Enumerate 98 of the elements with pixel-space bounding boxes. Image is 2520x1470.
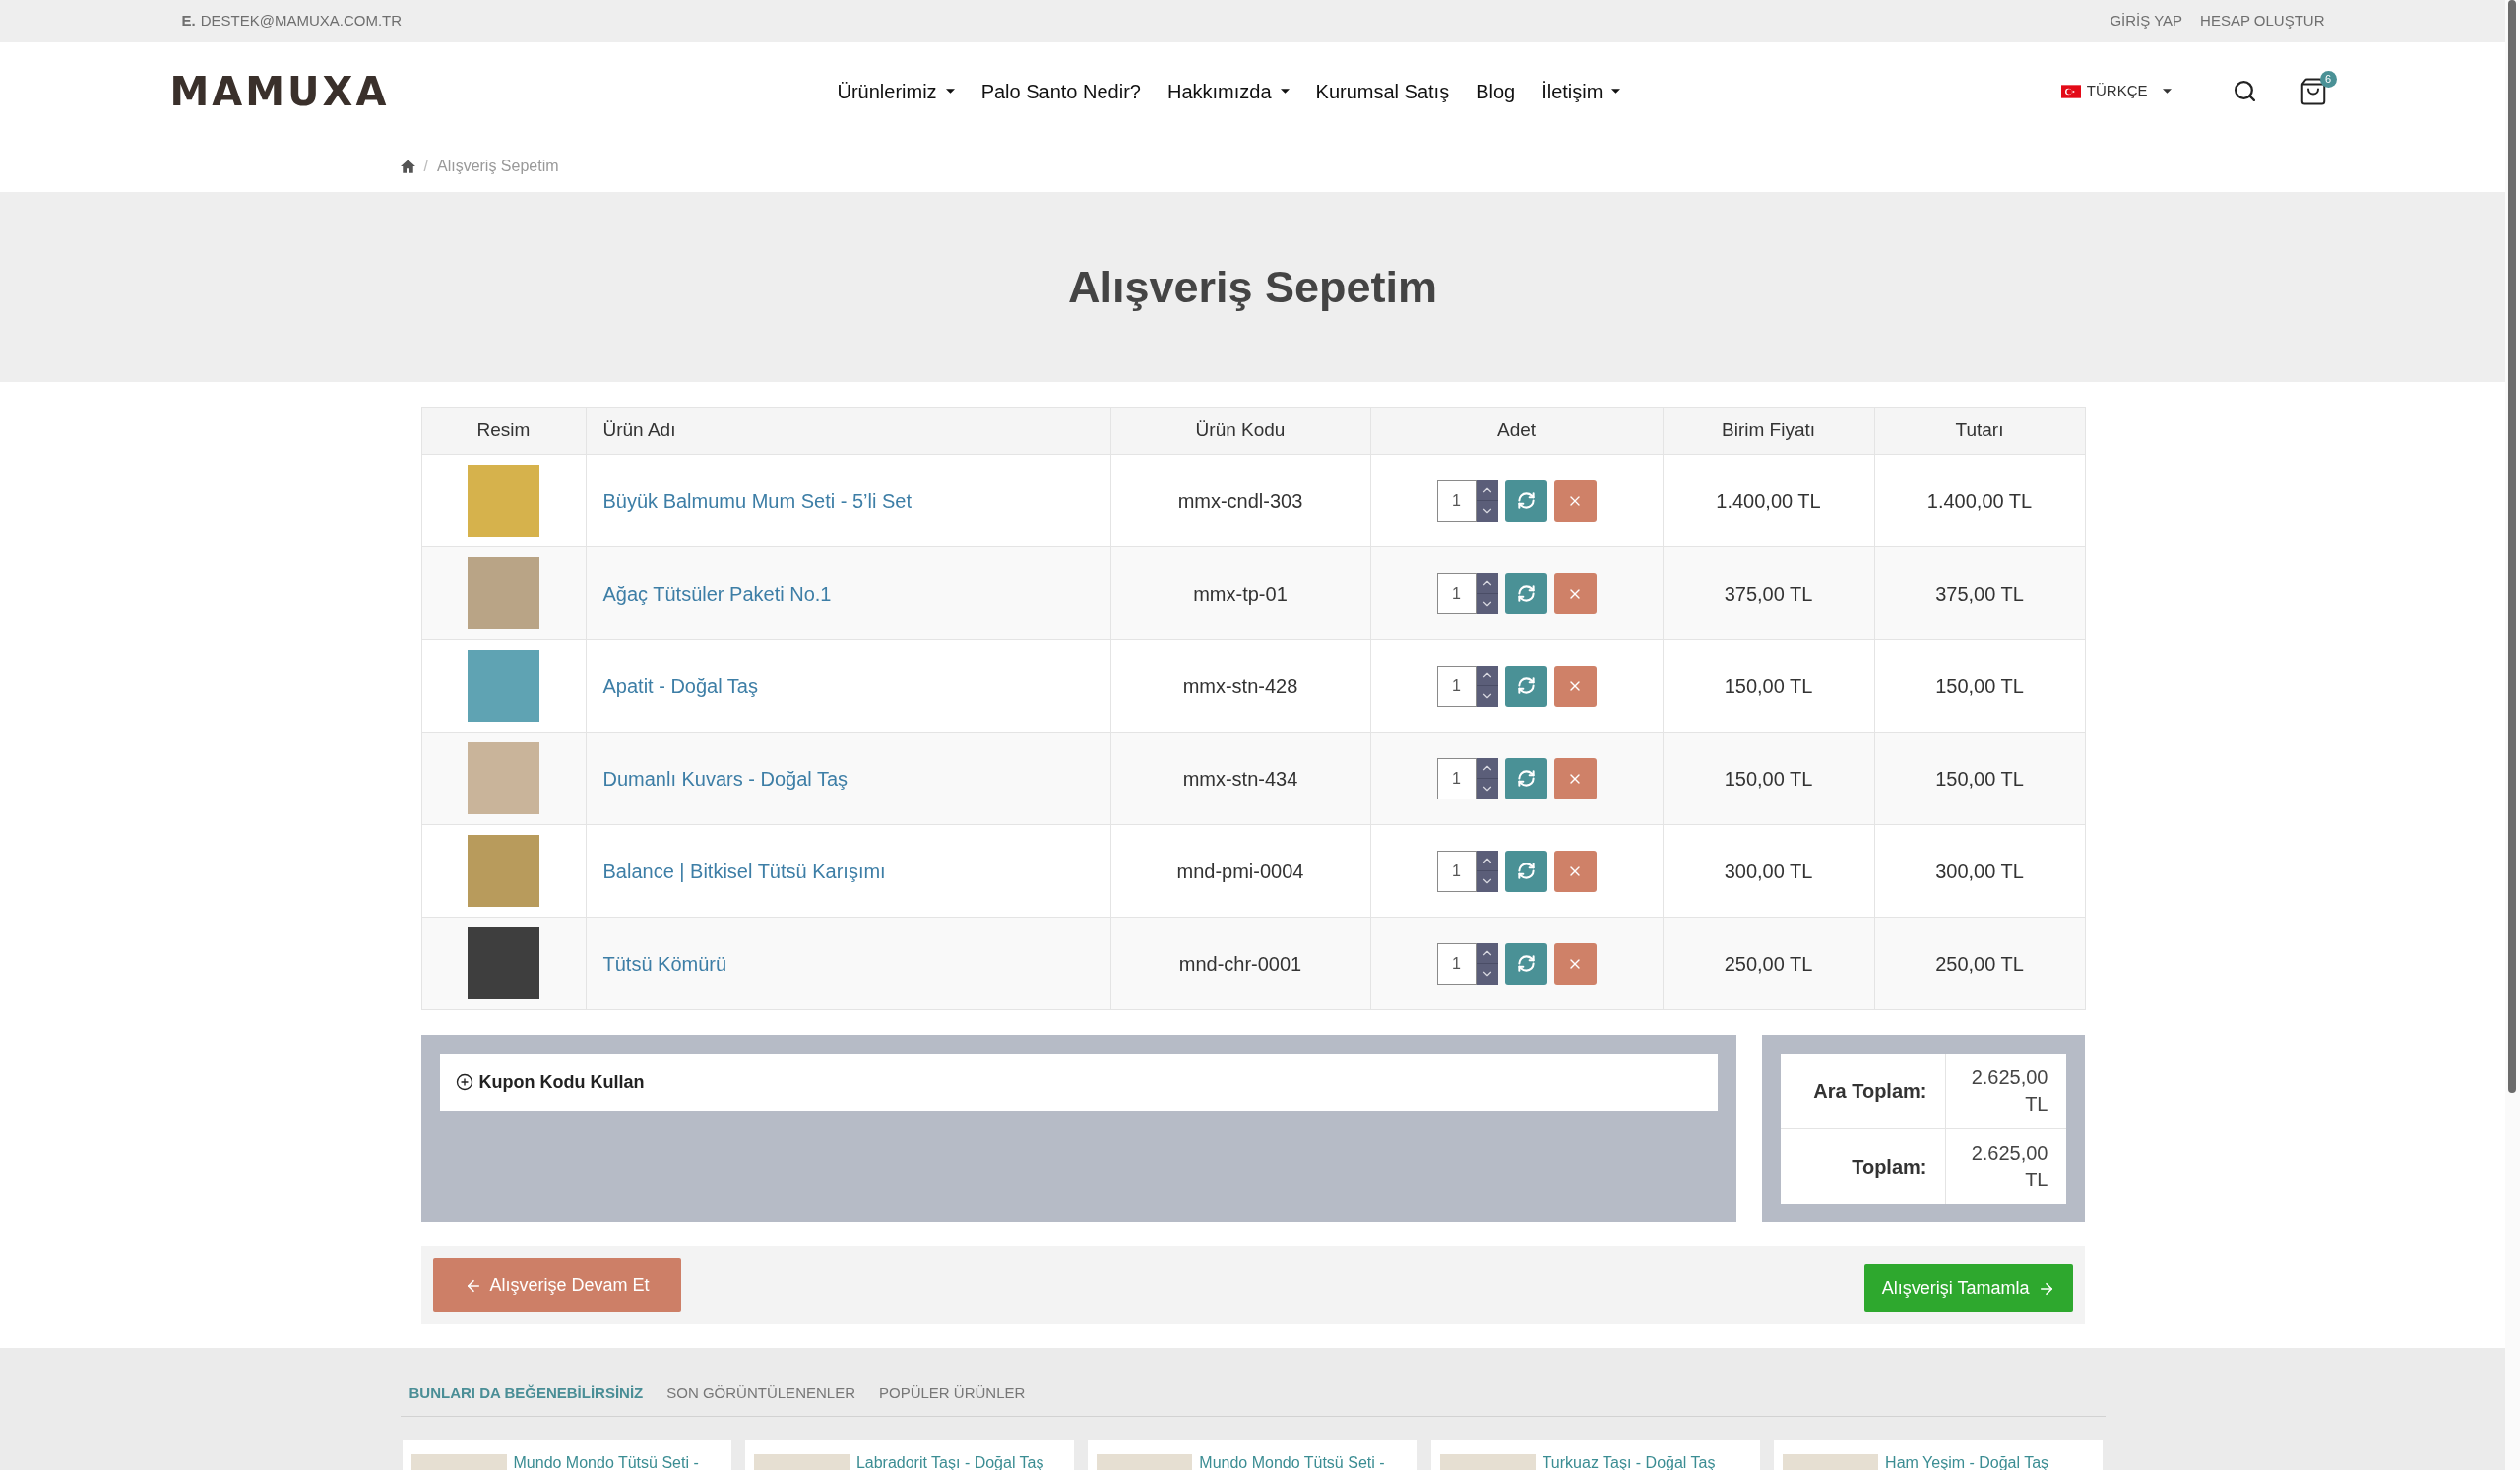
product-link[interactable]: Tütsü Kömürü xyxy=(602,952,727,975)
increase-button[interactable] xyxy=(1476,757,1498,779)
column-header: Adet xyxy=(1370,407,1663,455)
recommendation-tab[interactable]: BUNLARI DA BEĞENEBİLİRSİNİZ xyxy=(409,1383,644,1403)
nav-link[interactable]: Hakkımızda xyxy=(1166,76,1290,106)
column-header: Ürün Kodu xyxy=(1110,407,1370,455)
column-header: Tutarı xyxy=(1874,407,2085,455)
quantity-field[interactable]: 1 xyxy=(1436,572,1477,614)
page-title: Alışveriş Sepetim xyxy=(1067,261,1438,313)
cart-count-badge: 6 xyxy=(2319,70,2337,88)
language-selector[interactable]: TÜRKÇE xyxy=(2060,80,2172,102)
nav-link[interactable]: Ürünlerimiz xyxy=(837,76,955,106)
total-value: 2.625,00 TL xyxy=(1970,1141,2049,1192)
remove-button[interactable] xyxy=(1553,665,1597,707)
coupon-toggle[interactable]: Kupon Kodu Kullan xyxy=(439,1054,1718,1111)
refresh-icon xyxy=(1516,676,1536,695)
caret-icon xyxy=(2162,89,2172,94)
scrollbar-thumb[interactable] xyxy=(2508,0,2516,1093)
refresh-icon xyxy=(1516,769,1536,788)
quantity-field[interactable]: 1 xyxy=(1436,850,1477,892)
product-link[interactable]: Balance | Bitkisel Tütsü Karışımı xyxy=(602,860,886,882)
remove-button[interactable] xyxy=(1553,757,1597,799)
increase-button[interactable] xyxy=(1476,665,1498,686)
quantity-field[interactable]: 1 xyxy=(1436,942,1477,985)
line-total: 150,00 TL xyxy=(1874,639,2085,733)
remove-button[interactable] xyxy=(1553,850,1597,892)
nav-link[interactable]: İletişim xyxy=(1542,76,1621,106)
total-value: 2.625,00 TL xyxy=(1970,1065,2049,1117)
logo[interactable]: MAMUXA xyxy=(169,71,390,111)
product-link[interactable]: Apatit - Doğal Taş xyxy=(602,674,758,697)
search-icon xyxy=(2232,79,2257,103)
quantity-field[interactable]: 1 xyxy=(1436,757,1477,799)
quantity-field[interactable]: 1 xyxy=(1436,479,1477,522)
refresh-icon xyxy=(1516,954,1536,973)
update-button[interactable] xyxy=(1504,850,1547,892)
caret-icon xyxy=(1280,89,1290,94)
product-title-link[interactable]: Mundo Mondo Tütsü Seti - xyxy=(513,1454,699,1470)
remove-button[interactable] xyxy=(1553,572,1597,614)
increase-button[interactable] xyxy=(1476,850,1498,871)
breadcrumb-current: Alışveriş Sepetim xyxy=(436,157,559,176)
line-total: 150,00 TL xyxy=(1874,732,2085,825)
unit-price: 300,00 TL xyxy=(1663,824,1874,918)
refresh-icon xyxy=(1516,491,1536,510)
account-link[interactable]: HESAP OLUŞTUR xyxy=(2200,10,2325,32)
search-button[interactable] xyxy=(2232,79,2257,103)
increase-button[interactable] xyxy=(1476,942,1498,964)
line-total: 300,00 TL xyxy=(1874,824,2085,918)
plus-circle-icon xyxy=(455,1073,473,1091)
total-label: Ara Toplam: xyxy=(1780,1054,1946,1128)
unit-price: 250,00 TL xyxy=(1663,917,1874,1010)
update-button[interactable] xyxy=(1504,572,1547,614)
update-button[interactable] xyxy=(1504,479,1547,522)
product-code: mmx-tp-01 xyxy=(1110,546,1370,640)
quantity-field[interactable]: 1 xyxy=(1436,665,1477,707)
product-link[interactable]: Dumanlı Kuvars - Doğal Taş xyxy=(602,767,849,790)
product-link[interactable]: Büyük Balmumu Mum Seti - 5’li Set xyxy=(602,489,912,512)
unit-price: 150,00 TL xyxy=(1663,732,1874,825)
increase-button[interactable] xyxy=(1476,572,1498,594)
product-title-link[interactable]: Mundo Mondo Tütsü Seti - xyxy=(1199,1454,1385,1470)
home-icon[interactable] xyxy=(400,160,415,173)
unit-price: 1.400,00 TL xyxy=(1663,454,1874,547)
flag-icon xyxy=(2060,84,2081,98)
column-header: Ürün Adı xyxy=(586,407,1110,455)
update-button[interactable] xyxy=(1504,757,1547,799)
account-link[interactable]: GİRİŞ YAP xyxy=(2110,10,2183,32)
update-button[interactable] xyxy=(1504,665,1547,707)
caret-icon xyxy=(1611,89,1621,94)
product-code: mnd-chr-0001 xyxy=(1110,917,1370,1010)
caret-icon xyxy=(945,89,955,94)
refresh-icon xyxy=(1516,862,1536,880)
recommendation-tab[interactable]: POPÜLER ÜRÜNLER xyxy=(879,1383,1026,1403)
email-label: E. xyxy=(181,11,196,32)
nav-link[interactable]: Blog xyxy=(1476,76,1516,106)
line-total: 250,00 TL xyxy=(1874,917,2085,1010)
recommendation-tab[interactable]: SON GÖRÜNTÜLENENLER xyxy=(666,1383,855,1403)
nav-link[interactable]: Kurumsal Satış xyxy=(1315,76,1450,106)
refresh-icon xyxy=(1516,584,1536,603)
unit-price: 150,00 TL xyxy=(1663,639,1874,733)
remove-button[interactable] xyxy=(1553,942,1597,985)
unit-price: 375,00 TL xyxy=(1663,546,1874,640)
checkout-button[interactable]: Alışverişi Tamamla xyxy=(1863,1264,2073,1312)
email-address: DESTEK@MAMUXA.COM.TR xyxy=(200,11,403,32)
breadcrumb-separator: / xyxy=(423,157,428,176)
increase-button[interactable] xyxy=(1476,479,1498,501)
continue-shopping-button[interactable]: Alışverişe Devam Et xyxy=(432,1258,681,1312)
line-total: 375,00 TL xyxy=(1874,546,2085,640)
update-button[interactable] xyxy=(1504,942,1547,985)
nav-link[interactable]: Palo Santo Nedir? xyxy=(980,76,1141,106)
line-total: 1.400,00 TL xyxy=(1874,454,2085,547)
column-header: Resim xyxy=(421,407,586,455)
product-link[interactable]: Ağaç Tütsüler Paketi No.1 xyxy=(602,582,832,605)
product-code: mnd-pmi-0004 xyxy=(1110,824,1370,918)
remove-button[interactable] xyxy=(1553,479,1597,522)
product-code: mmx-cndl-303 xyxy=(1110,454,1370,547)
total-label: Toplam: xyxy=(1780,1129,1946,1204)
product-code: mmx-stn-434 xyxy=(1110,732,1370,825)
column-header: Birim Fiyatı xyxy=(1663,407,1874,455)
product-code: mmx-stn-428 xyxy=(1110,639,1370,733)
